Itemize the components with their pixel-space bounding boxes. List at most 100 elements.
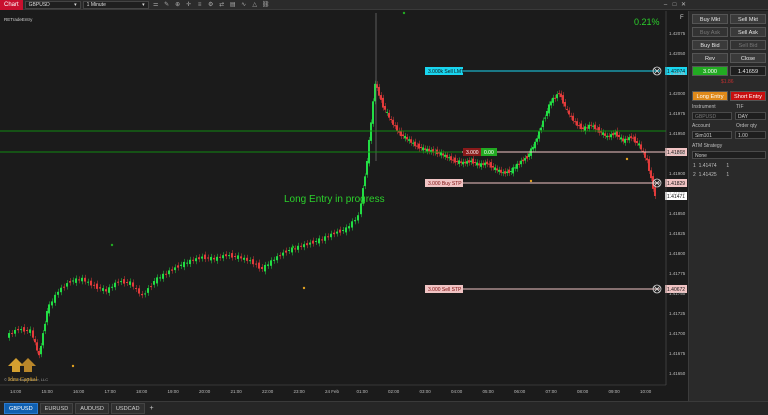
link-icon[interactable]: ⛓ — [262, 1, 270, 9]
price-axis[interactable]: 1.42075 1.42050 1.42025 1.42000 1.41975 1.419… — [669, 31, 686, 376]
instrument-field[interactable]: GBPUSD — [692, 112, 732, 120]
chart-canvas[interactable]: 3.000k Sell LMT 1.42074 3.000 0.00 1.418… — [0, 11, 688, 401]
candle — [23, 327, 25, 332]
tab-eurusd[interactable]: EURUSD — [39, 403, 74, 414]
short-entry-button[interactable]: Short Entry — [730, 91, 766, 101]
candle — [183, 261, 185, 268]
candle — [336, 231, 338, 234]
add-tab-icon[interactable]: + — [147, 403, 157, 414]
candle — [552, 97, 554, 103]
candle — [534, 141, 536, 149]
candle — [342, 230, 344, 231]
drawing-tools-icon[interactable]: △ — [251, 1, 259, 9]
candle — [414, 141, 416, 147]
candle — [90, 280, 92, 286]
price-tick-label: 1.41775 — [669, 271, 686, 276]
interval-selector[interactable]: 1 Minute ▾ — [82, 0, 149, 9]
strategy-icon[interactable]: ⚙ — [207, 1, 215, 9]
candle — [608, 135, 610, 137]
candle — [650, 170, 652, 179]
bar-type-icon[interactable]: ⚌ — [152, 1, 160, 9]
time-tick-label: 20:00 — [199, 389, 211, 394]
candle — [384, 106, 386, 110]
price-tick-label: 1.41925 — [669, 151, 686, 156]
account-select[interactable]: Sim101 — [692, 131, 732, 139]
tif-select[interactable]: DAY — [735, 112, 766, 120]
order-qty-stepper[interactable]: 1.00 — [735, 131, 766, 139]
zoom-icon[interactable]: ⊕ — [174, 1, 182, 9]
tab-usdcad[interactable]: USDCAD — [110, 403, 145, 414]
price-chart[interactable]: 3.000k Sell LMT 1.42074 3.000 0.00 1.418… — [0, 11, 688, 401]
buy-ask-button[interactable]: Buy Ask — [692, 27, 728, 37]
candle — [568, 110, 570, 115]
candle — [450, 156, 452, 161]
time-axis[interactable]: 14:00 15:00 16:00 17:00 18:00 19:00 20:00 21:00… — [10, 389, 652, 394]
candle — [34, 339, 36, 343]
chart-menu-button[interactable]: Chart — [0, 0, 23, 10]
candle — [474, 162, 476, 163]
candle — [8, 333, 10, 338]
atm-strategy-select[interactable]: None — [692, 151, 766, 159]
long-entry-button[interactable]: Long Entry — [692, 91, 728, 101]
marker-dot — [625, 157, 629, 161]
time-tick-label: 19:00 — [168, 389, 180, 394]
position-price-display: 1.41659 — [730, 66, 766, 76]
candle — [510, 171, 512, 172]
candle — [138, 288, 140, 294]
tab-audusd[interactable]: AUDUSD — [75, 403, 109, 414]
buy-market-button[interactable]: Buy Mkt — [692, 14, 728, 24]
candle — [177, 265, 179, 268]
candle — [528, 153, 530, 157]
properties-icon[interactable]: ≡ — [196, 1, 204, 9]
indicator-icon[interactable]: ∿ — [240, 1, 248, 9]
buy-bid-button[interactable]: Buy Bid — [692, 40, 728, 50]
candle — [388, 112, 390, 118]
candle — [26, 330, 28, 331]
candle — [554, 97, 556, 99]
trade-icon[interactable]: ⇄ — [218, 1, 226, 9]
tab-gbpusd[interactable]: GBPUSD — [4, 403, 38, 414]
candle — [536, 138, 538, 142]
instrument-selector[interactable]: GBPUSD ▾ — [24, 0, 81, 9]
candle — [456, 161, 458, 162]
candle — [478, 163, 480, 166]
candle — [588, 124, 590, 129]
sell-market-button[interactable]: Sell Mkt — [730, 14, 766, 24]
sell-ask-button[interactable]: Sell Ask — [730, 27, 766, 37]
candle — [192, 259, 194, 261]
pencil-icon[interactable]: ✎ — [163, 1, 171, 9]
candle — [416, 145, 418, 147]
candle — [354, 220, 356, 222]
close-position-button[interactable]: Close — [730, 53, 766, 63]
instrument-value: GBPUSD — [28, 1, 50, 8]
candle — [412, 142, 414, 144]
minimize-icon[interactable]: – — [661, 0, 670, 10]
candle — [532, 146, 534, 150]
candle — [410, 139, 412, 143]
reverse-button[interactable]: Rev — [692, 53, 728, 63]
candle — [198, 257, 200, 260]
marker-dot — [291, 245, 295, 249]
candle — [69, 281, 71, 283]
candle — [108, 287, 110, 293]
crosshair-icon[interactable]: ✛ — [185, 1, 193, 9]
candle — [44, 323, 46, 332]
time-tick-label: 17:00 — [105, 389, 117, 394]
candle — [500, 169, 502, 173]
candle — [442, 153, 444, 156]
candle — [29, 329, 31, 333]
candle — [572, 115, 574, 121]
candle — [72, 280, 74, 282]
close-icon[interactable]: ✕ — [679, 0, 688, 10]
candle — [556, 94, 558, 99]
price-tick-label: 1.41875 — [669, 191, 686, 196]
maximize-icon[interactable]: □ — [670, 0, 679, 10]
candle — [504, 171, 506, 174]
candle — [484, 162, 486, 166]
data-box-icon[interactable]: ▤ — [229, 1, 237, 9]
sell-bid-button[interactable]: Sell Bid — [730, 40, 766, 50]
candle — [472, 158, 474, 164]
candle — [186, 262, 188, 264]
marker-dot — [110, 243, 114, 247]
candle — [394, 125, 396, 127]
